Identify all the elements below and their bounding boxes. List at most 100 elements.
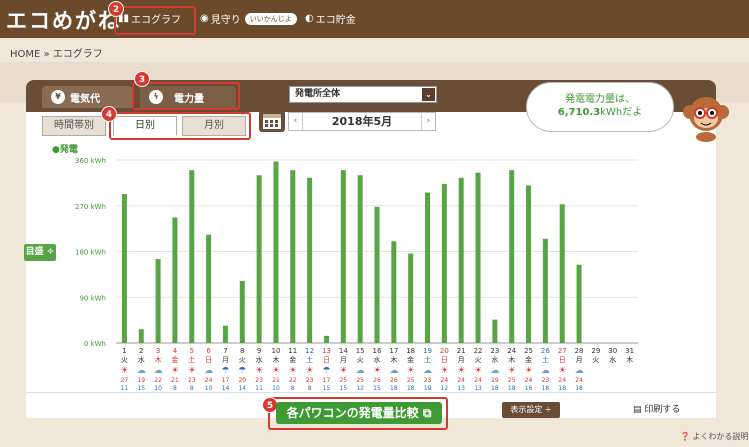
weekday-label: 土 [424,355,431,364]
weekday-label: 金 [407,355,414,364]
plant-select-value: 発電所全体 [295,89,341,99]
month-navigator: ‹ 2018年5月 › [288,112,436,131]
y-tick-label: 0 kWh [84,340,106,348]
coin-icon: ◐ [305,13,314,24]
temp-low: 11 [121,385,129,392]
bar [290,170,296,343]
x-tick-label: 18 [406,347,415,355]
temp-high: 24 [558,377,566,384]
x-tick-label: 13 [322,347,331,355]
temp-high: 25 [407,377,415,384]
temp-high: 19 [137,377,145,384]
scale-button[interactable]: 目盛 ÷ [24,244,56,261]
sun-icon: ☀ [407,366,415,376]
cloud-icon: ☁ [356,366,365,376]
weekday-label: 日 [323,356,330,364]
calendar-icon[interactable] [259,110,285,132]
bar [492,319,498,343]
bar [475,172,481,343]
x-tick-label: 7 [223,347,227,355]
sun-icon: ☀ [440,366,448,376]
compare-pcs-button[interactable]: 各パワコンの発電量比較 ⧉ [276,402,442,424]
y-tick-label: 360 kWh [75,157,106,165]
temp-low: 13 [474,385,482,392]
x-tick-label: 22 [474,347,483,355]
bar [256,175,262,343]
x-tick-label: 4 [173,347,178,355]
temp-high: 23 [306,377,314,384]
weekday-label: 火 [239,356,246,364]
plant-select[interactable]: 発電所全体 ⌄ [289,86,437,103]
weekday-label: 金 [289,355,296,364]
weekday-label: 木 [508,355,515,364]
temp-low: 14 [238,385,246,392]
help-link[interactable]: ❓ よくわかる説明 [680,431,749,442]
temp-low: 16 [525,385,533,392]
bar [323,335,329,343]
x-tick-label: 19 [423,347,432,355]
cloud-icon: ☁ [137,366,146,376]
x-tick-label: 26 [541,347,550,355]
sun-icon: ☀ [120,366,128,376]
temp-high: 26 [373,377,381,384]
x-tick-label: 27 [558,347,567,355]
temp-high: 22 [289,377,297,384]
rain-icon: ☂ [238,366,246,376]
x-tick-label: 1 [122,347,126,355]
x-tick-label: 10 [272,347,281,355]
x-tick-label: 23 [490,347,499,355]
temp-low: 18 [407,385,415,392]
question-icon: ❓ [680,432,690,441]
temp-high: 17 [222,377,230,384]
x-tick-label: 12 [305,347,314,355]
temp-low: 10 [205,385,213,392]
temp-low: 15 [137,385,145,392]
sun-icon: ☀ [272,366,280,376]
subtab-by-time[interactable]: 時間帯別 [42,116,106,136]
app-logo[interactable]: エコめがね [6,5,121,35]
temp-low: 10 [272,385,280,392]
temp-low: 18 [542,385,550,392]
sun-icon: ☀ [508,366,516,376]
cloud-icon: ☁ [204,366,213,376]
x-tick-label: 17 [389,347,398,355]
bar [155,259,161,343]
bar [576,264,582,343]
weekday-label: 木 [390,355,397,364]
temp-high: 26 [390,377,398,384]
display-settings-button[interactable]: 表示設定 ÷ [502,402,560,418]
sun-icon: ☀ [339,366,347,376]
weekday-label: 月 [222,356,229,364]
temp-low: 18 [575,385,583,392]
temp-high: 24 [441,377,449,384]
printer-icon: ▤ [633,405,645,415]
nav-mimamori[interactable]: ◉ 見守り いいかんじよ [200,11,297,26]
x-tick-label: 9 [257,347,261,355]
callout-number: 4 [101,106,117,122]
temp-low: 18 [558,385,566,392]
month-label: 2018年5月 [331,115,393,128]
bar [408,253,414,343]
x-tick-label: 25 [524,347,533,355]
compare-pcs-label: 各パワコンの発電量比較 [286,406,419,420]
tab-electricity-cost[interactable]: ¥ 電気代 [42,86,132,108]
weekday-label: 水 [374,355,381,364]
cloud-icon: ☁ [154,366,163,376]
print-button[interactable]: ▤ 印刷する [633,402,680,415]
temp-low: 15 [323,385,331,392]
breadcrumb[interactable]: HOME » エコグラフ [10,45,103,60]
bar [542,238,548,343]
temp-low: 13 [457,385,465,392]
x-tick-label: 31 [625,347,634,355]
chevron-down-icon: ⌄ [422,88,435,101]
y-tick-label: 270 kWh [75,203,106,211]
nav-eco-savings[interactable]: ◐ エコ貯金 [305,11,356,26]
temp-high: 23 [424,377,432,384]
next-month-button[interactable]: › [421,113,435,130]
cloud-icon: ☁ [423,366,432,376]
y-tick-label: 180 kWh [75,249,106,257]
prev-month-button[interactable]: ‹ [289,113,303,130]
bar [172,217,178,343]
temp-high: 24 [457,377,465,384]
x-tick-label: 11 [288,347,297,355]
